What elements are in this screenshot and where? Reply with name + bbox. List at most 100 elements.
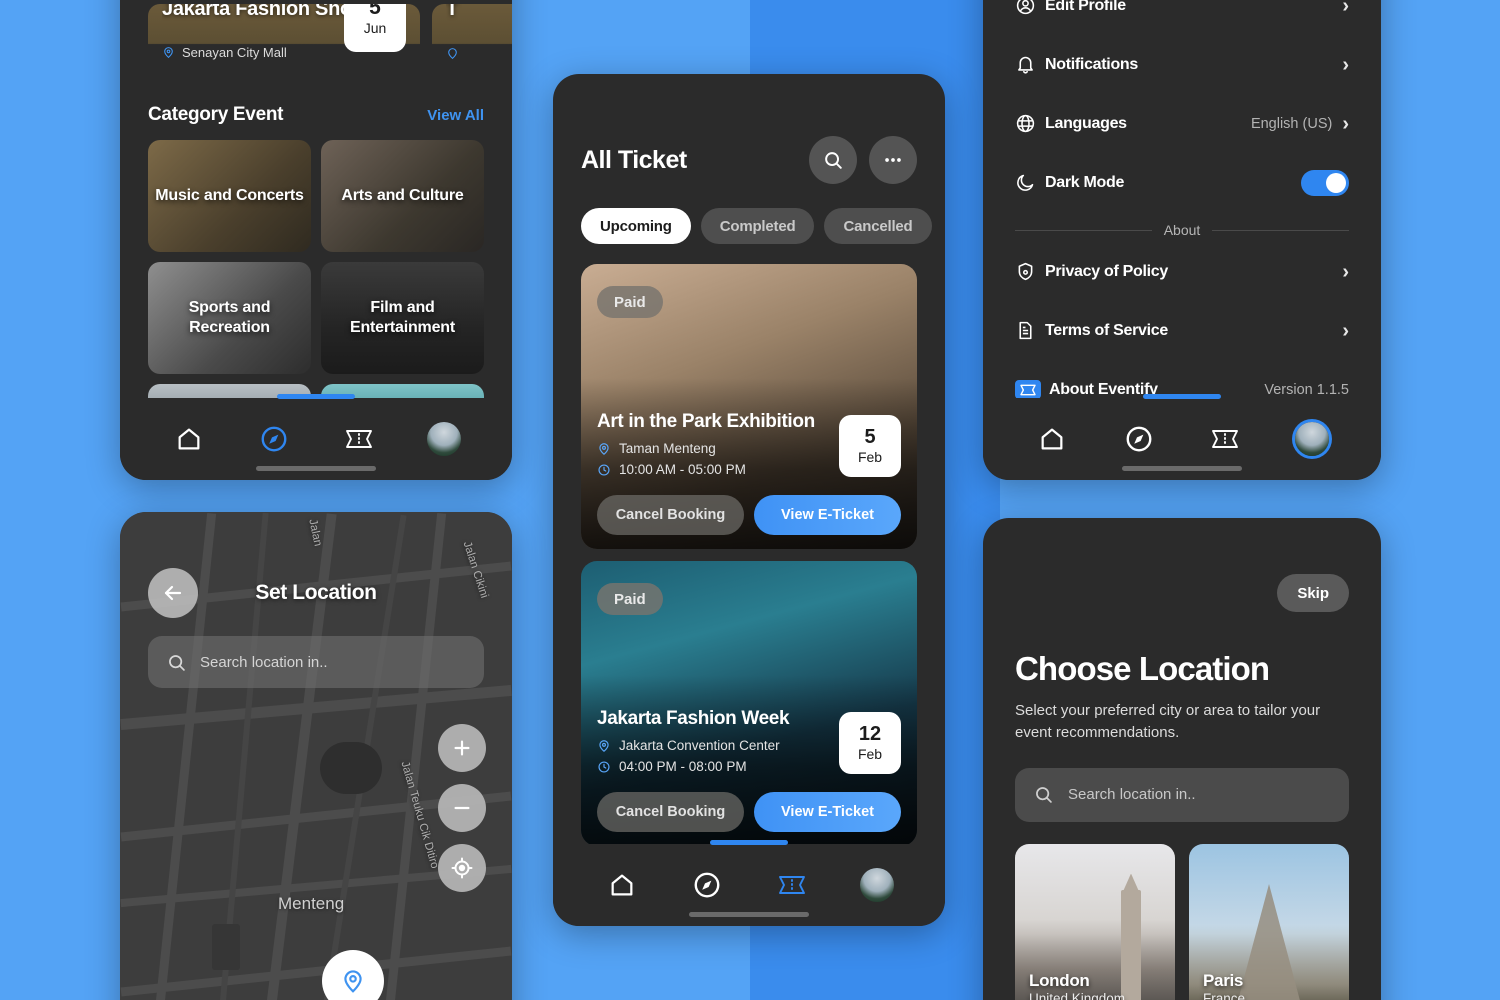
zoom-in-button[interactable]	[438, 724, 486, 772]
city-card-text: Paris France	[1203, 971, 1245, 1000]
search-icon	[169, 654, 185, 671]
map-header-row: Set Location	[148, 568, 484, 618]
home-indicator	[256, 466, 376, 471]
search-location-input[interactable]: Search location in..	[148, 636, 484, 688]
tab-cancelled[interactable]: Cancelled	[824, 208, 932, 244]
more-options-button[interactable]	[869, 136, 917, 184]
category-card-film[interactable]: Film and Entertainment	[321, 262, 484, 374]
featured-event-venue: Senayan City Mall	[182, 45, 287, 60]
category-label: Music and Concerts	[155, 187, 304, 204]
category-card-music[interactable]: Music and Concerts	[148, 140, 311, 252]
bottom-navigation-bar	[120, 398, 512, 480]
ticket-card[interactable]: Paid Art in the Park Exhibition Taman Me…	[581, 264, 917, 549]
view-eticket-button[interactable]: View E-Ticket	[754, 792, 901, 832]
featured-event-card[interactable]: Jakarta Fashion Showc.. Senayan City Mal…	[148, 4, 420, 76]
category-section-title: Category Event	[148, 104, 284, 125]
ticket-info: Art in the Park Exhibition Taman Menteng…	[597, 411, 817, 477]
nav-item-explore[interactable]	[684, 862, 730, 908]
user-circle-icon	[1015, 0, 1045, 16]
nav-item-tickets[interactable]	[336, 416, 382, 462]
eventify-logo-icon	[1015, 380, 1045, 399]
clock-icon	[598, 760, 610, 773]
featured-event-month: Jun	[363, 20, 387, 37]
category-card-sports[interactable]: Sports and Recreation	[148, 262, 311, 374]
nav-item-explore[interactable]	[251, 416, 297, 462]
page-title: Choose Location	[1015, 650, 1270, 687]
map-district-label: Menteng	[278, 894, 345, 913]
settings-row-edit-profile[interactable]: Edit Profile ›	[1015, 0, 1349, 35]
chevron-right-icon: ›	[1342, 53, 1349, 76]
nav-item-tickets[interactable]	[769, 862, 815, 908]
bottom-navigation-bar	[983, 398, 1381, 480]
chevron-right-icon: ›	[1342, 260, 1349, 283]
status-badge: Paid	[597, 286, 663, 318]
page-title: All Ticket	[581, 145, 687, 174]
chevron-right-icon: ›	[1342, 319, 1349, 342]
dark-mode-toggle[interactable]	[1301, 169, 1349, 196]
nav-item-home[interactable]	[599, 862, 645, 908]
city-name: London	[1029, 970, 1090, 990]
tab-completed[interactable]: Completed	[700, 208, 815, 244]
featured-event-card-next[interactable]: T	[432, 4, 512, 76]
moon-icon	[1015, 172, 1045, 193]
back-button[interactable]	[148, 568, 198, 618]
page-subtitle: Select your preferred city or area to ta…	[1015, 702, 1321, 741]
nav-item-profile[interactable]	[421, 416, 467, 462]
search-button[interactable]	[809, 136, 857, 184]
city-card-london[interactable]: London United Kingdom	[1015, 843, 1175, 1000]
location-pin-icon	[344, 970, 362, 993]
settings-row-value: English (US)	[1250, 115, 1333, 132]
cancel-booking-button[interactable]: Cancel Booking	[597, 495, 744, 535]
settings-row-notifications[interactable]: Notifications ›	[1015, 35, 1349, 94]
compass-icon	[1126, 426, 1152, 452]
ticket-venue: Jakarta Convention Center	[619, 738, 780, 753]
ticket-time: 10:00 AM - 05:00 PM	[619, 462, 746, 477]
search-placeholder: Search location in..	[1068, 786, 1196, 803]
clock-icon	[598, 463, 610, 476]
ticket-time-row: 04:00 PM - 08:00 PM	[597, 759, 817, 774]
view-eticket-button[interactable]: View E-Ticket	[754, 495, 901, 535]
avatar-icon	[426, 422, 461, 456]
zoom-out-icon	[454, 806, 470, 810]
nav-item-home[interactable]	[1029, 416, 1075, 462]
locate-me-button[interactable]	[438, 844, 486, 892]
status-badge: Paid	[597, 583, 663, 615]
page-title: Set Location	[255, 581, 377, 604]
back-arrow-icon	[164, 585, 182, 601]
ticket-date-chip: 5 Feb	[839, 415, 901, 477]
ticket-actions: Cancel Booking View E-Ticket	[597, 495, 901, 535]
featured-event-venue-row-next	[446, 47, 459, 60]
settings-list: Edit Profile › Notifications › Languages…	[983, 0, 1381, 212]
ticket-card[interactable]: Paid Jakarta Fashion Week Jakarta Conven…	[581, 561, 917, 846]
nav-item-explore[interactable]	[1116, 416, 1162, 462]
category-card-arts[interactable]: Arts and Culture	[321, 140, 484, 252]
nav-item-profile[interactable]	[1289, 416, 1335, 462]
city-card-paris[interactable]: Paris France	[1189, 843, 1349, 1000]
ticket-day: 12	[858, 723, 882, 746]
skip-button[interactable]: Skip	[1277, 574, 1349, 612]
settings-row-languages[interactable]: Languages English (US) ›	[1015, 94, 1349, 153]
featured-event-title-next: T	[446, 4, 458, 20]
cancel-booking-button[interactable]: Cancel Booking	[597, 792, 744, 832]
header-actions	[797, 136, 917, 184]
nav-item-home[interactable]	[166, 416, 212, 462]
ticket-list: Paid Art in the Park Exhibition Taman Me…	[553, 244, 945, 846]
bottom-navigation-bar	[553, 844, 945, 926]
view-all-link[interactable]: View All	[427, 107, 484, 124]
featured-event-venue-row: Senayan City Mall	[162, 45, 287, 60]
search-location-input[interactable]: Search location in..	[1015, 767, 1349, 822]
ticket-info: Jakarta Fashion Week Jakarta Convention …	[597, 708, 817, 774]
bell-icon	[1015, 54, 1045, 75]
nav-item-tickets[interactable]	[1202, 416, 1248, 462]
settings-row-terms-of-service[interactable]: Terms of Service ›	[1015, 301, 1349, 360]
city-card-text: London United Kingdom	[1029, 971, 1125, 1000]
zoom-out-button[interactable]	[438, 784, 486, 832]
featured-events-carousel[interactable]: Jakarta Fashion Showc.. Senayan City Mal…	[148, 0, 512, 76]
settings-row-privacy-policy[interactable]: Privacy of Policy ›	[1015, 242, 1349, 301]
tab-upcoming[interactable]: Upcoming	[581, 208, 691, 244]
nav-item-profile[interactable]	[854, 862, 900, 908]
city-country: United Kingdom	[1029, 990, 1126, 1000]
ticket-icon	[778, 876, 805, 894]
ticket-date-chip: 12 Feb	[839, 712, 901, 774]
settings-row-dark-mode[interactable]: Dark Mode	[1015, 153, 1349, 212]
